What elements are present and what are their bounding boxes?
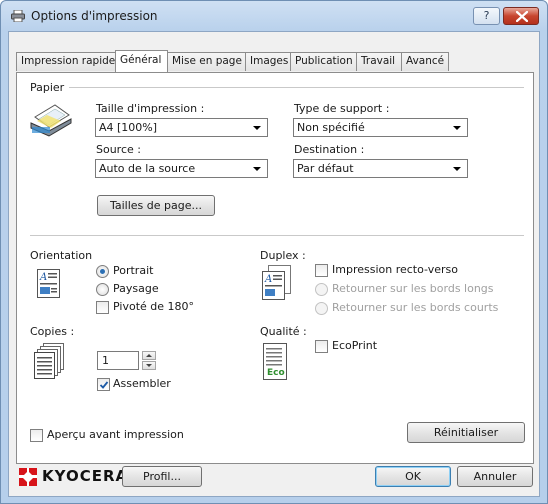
svg-text:A: A <box>264 274 272 285</box>
rotate-180-label: Pivoté de 180° <box>113 300 195 313</box>
rotate-180-checkbox[interactable] <box>96 301 109 314</box>
copies-section-label: Copies : <box>30 325 75 338</box>
destination-label: Destination : <box>294 143 365 156</box>
quality-section-label: Qualité : <box>260 325 307 338</box>
paper-tray-icon <box>30 104 72 137</box>
media-type-value: Non spécifié <box>297 121 365 134</box>
duplex-checkbox[interactable] <box>315 264 328 277</box>
collate-checkbox[interactable] <box>97 378 110 391</box>
ecoprint-label: EcoPrint <box>332 339 378 352</box>
duplex-pages-icon: A <box>262 265 291 300</box>
chevron-down-icon <box>146 364 152 367</box>
copies-stack-icon <box>34 343 64 379</box>
chevron-up-icon <box>146 354 152 357</box>
ecoprint-checkbox[interactable] <box>315 340 328 353</box>
tab-images[interactable]: Images <box>245 52 291 71</box>
chevron-down-icon <box>453 167 461 171</box>
close-button[interactable] <box>503 7 539 25</box>
ok-button[interactable]: OK <box>375 466 451 487</box>
copies-value: 1 <box>102 354 109 367</box>
copies-decrement-button[interactable] <box>142 361 156 370</box>
paper-divider <box>69 87 524 88</box>
media-type-dropdown[interactable]: Non spécifié <box>293 118 468 137</box>
copies-increment-button[interactable] <box>142 351 156 360</box>
eco-icon-label: Eco <box>267 368 285 378</box>
chevron-down-icon <box>253 126 261 130</box>
print-preview-label: Aperçu avant impression <box>47 428 184 441</box>
tab-avance[interactable]: Avancé <box>401 52 449 71</box>
landscape-radio[interactable] <box>96 283 109 296</box>
tab-general[interactable]: Général <box>115 50 168 72</box>
dialog-window: Options d'impression ? Impression rapide… <box>0 0 548 504</box>
svg-text:A: A <box>39 272 47 283</box>
long-edge-radio[interactable] <box>315 283 328 296</box>
portrait-radio[interactable] <box>96 265 109 278</box>
tab-travail[interactable]: Travail <box>356 52 402 71</box>
tab-publication[interactable]: Publication <box>290 52 357 71</box>
window-title: Options d'impression <box>31 9 158 23</box>
print-size-dropdown[interactable]: A4 [100%] <box>95 118 268 137</box>
short-edge-label: Retourner sur les bords courts <box>332 301 499 314</box>
title-bar[interactable]: Options d'impression ? <box>1 1 547 31</box>
page-sizes-button[interactable]: Tailles de page... <box>97 195 215 216</box>
orientation-section-label: Orientation <box>30 249 93 262</box>
destination-value: Par défaut <box>297 162 354 175</box>
collate-label: Assembler <box>113 377 171 390</box>
portrait-label: Portrait <box>113 264 154 277</box>
source-value: Auto de la source <box>99 162 196 175</box>
kyocera-logo-text: KYOCERA <box>42 467 129 485</box>
print-size-label: Taille d'impression : <box>96 102 205 115</box>
paper-section-label: Papier <box>30 81 65 94</box>
source-label: Source : <box>96 143 141 156</box>
portrait-page-icon: A <box>37 269 60 298</box>
chevron-down-icon <box>253 167 261 171</box>
duplex-section-label: Duplex : <box>260 249 306 262</box>
long-edge-label: Retourner sur les bords longs <box>332 282 494 295</box>
close-icon <box>516 11 528 22</box>
cancel-button[interactable]: Annuler <box>457 466 533 487</box>
duplex-label: Impression recto-verso <box>332 263 458 276</box>
print-size-value: A4 [100%] <box>99 121 158 134</box>
section-divider <box>30 235 524 236</box>
help-button[interactable]: ? <box>473 7 500 25</box>
source-dropdown[interactable]: Auto de la source <box>95 159 268 178</box>
media-type-label: Type de support : <box>294 102 390 115</box>
general-tab-panel: Papier Taille d'impression : A4 [100%] T… <box>16 72 534 464</box>
chevron-down-icon <box>453 126 461 130</box>
landscape-label: Paysage <box>113 282 159 295</box>
printer-icon <box>11 10 25 22</box>
dialog-client-area: Impression rapide Général Mise en page I… <box>8 31 540 497</box>
checkmark-icon <box>99 381 109 389</box>
destination-dropdown[interactable]: Par défaut <box>293 159 468 178</box>
short-edge-radio[interactable] <box>315 302 328 315</box>
copies-input[interactable]: 1 <box>97 351 139 370</box>
tab-impression-rapide[interactable]: Impression rapide <box>16 52 116 71</box>
kyocera-logo-icon <box>19 468 37 486</box>
print-preview-checkbox[interactable] <box>30 429 43 442</box>
tab-mise-en-page[interactable]: Mise en page <box>167 52 246 71</box>
profile-button[interactable]: Profil... <box>122 466 202 487</box>
reset-button[interactable]: Réinitialiser <box>407 422 525 443</box>
